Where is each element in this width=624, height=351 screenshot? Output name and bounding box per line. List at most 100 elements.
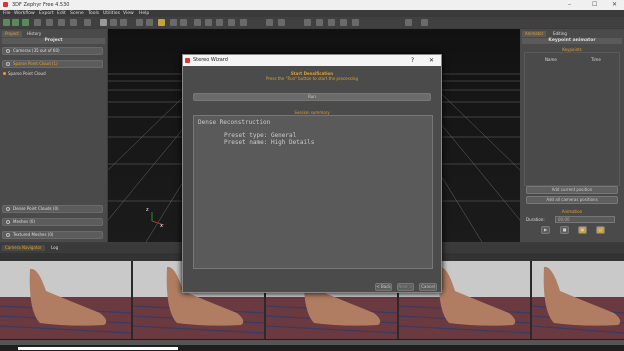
lasso-icon[interactable] bbox=[205, 19, 212, 26]
points-icon[interactable] bbox=[146, 19, 153, 26]
instruction-text: Press the "Run" button to start the proc… bbox=[266, 76, 358, 81]
controller-icon[interactable] bbox=[405, 19, 412, 26]
menu-edit[interactable]: Edit bbox=[57, 11, 66, 16]
view-icon[interactable] bbox=[34, 19, 41, 26]
wireframe-icon[interactable] bbox=[170, 19, 177, 26]
grid-icon[interactable] bbox=[46, 19, 53, 26]
circle-select-icon[interactable] bbox=[316, 19, 323, 26]
layers-icon[interactable] bbox=[58, 19, 65, 26]
maximize-icon[interactable]: ☐ bbox=[592, 1, 597, 8]
menu-view[interactable]: View bbox=[123, 11, 134, 16]
stop-icon: ■ bbox=[562, 227, 567, 232]
col-time: Time bbox=[591, 57, 601, 62]
textured-meshes-item[interactable]: Textured Meshes (0) bbox=[2, 231, 103, 239]
camera-thumbnail[interactable] bbox=[532, 261, 624, 339]
menu-help[interactable]: Help bbox=[139, 11, 149, 16]
tab-editing[interactable]: Editing bbox=[550, 31, 570, 37]
hand-icon[interactable] bbox=[328, 19, 335, 26]
orbit-icon[interactable] bbox=[100, 19, 107, 26]
camera-thumbnail[interactable] bbox=[0, 261, 131, 339]
textured-meshes-label: Textured Meshes (0) bbox=[13, 232, 54, 237]
add-current-position-button[interactable]: Add current position bbox=[526, 186, 618, 194]
run-button[interactable]: Run bbox=[193, 93, 431, 101]
summary-line: Preset type: General bbox=[224, 132, 297, 139]
tab-log[interactable]: Log bbox=[48, 245, 61, 251]
cancel-button[interactable]: Cancel bbox=[419, 283, 437, 291]
select-icon[interactable] bbox=[194, 19, 201, 26]
sphere-icon[interactable] bbox=[70, 19, 77, 26]
project-panel: Project History Project Cameras (35 out … bbox=[0, 29, 107, 242]
menu-scene[interactable]: Scene bbox=[70, 11, 84, 16]
sparse-cloud-item[interactable]: Sparse Point Cloud (1) bbox=[2, 60, 103, 68]
tab-project[interactable]: Project bbox=[2, 31, 22, 37]
status-strip bbox=[18, 347, 178, 350]
filmstrip-scrollbar[interactable] bbox=[0, 340, 624, 345]
dense-item-icon bbox=[6, 207, 10, 211]
pan-icon[interactable] bbox=[110, 19, 117, 26]
session-summary-text: Dense Reconstruction Preset type: Genera… bbox=[193, 115, 433, 269]
duration-label: Duration: bbox=[526, 217, 545, 222]
cameras-label: Cameras (35 out of 60) bbox=[13, 48, 60, 53]
zoom-icon[interactable] bbox=[120, 19, 127, 26]
status-bar bbox=[0, 339, 624, 351]
dialog-close-icon[interactable]: ✕ bbox=[429, 55, 434, 66]
light-icon[interactable] bbox=[136, 19, 143, 26]
sparse-cloud-entry-label: Sparse Point Cloud bbox=[8, 71, 46, 76]
sparse-cloud-label: Sparse Point Cloud (1) bbox=[13, 61, 58, 66]
dialog-help-icon[interactable]: ? bbox=[411, 55, 414, 66]
play-button[interactable]: ▶ bbox=[541, 226, 550, 234]
sparse-cloud-entry[interactable]: Sparse Point Cloud bbox=[3, 71, 46, 76]
menu-utilities[interactable]: Utilities bbox=[103, 11, 120, 16]
save-project-icon[interactable] bbox=[22, 19, 29, 26]
stop-button[interactable]: ■ bbox=[560, 226, 569, 234]
add-all-cameras-button[interactable]: Add all cameras positions bbox=[526, 196, 618, 204]
pen-icon[interactable] bbox=[180, 19, 187, 26]
animator-panel: Animator Editing Keypoint animator Keypo… bbox=[520, 29, 624, 242]
duration-input[interactable]: 00:00 bbox=[555, 216, 615, 223]
export-button[interactable]: ▤ bbox=[596, 226, 605, 234]
open-project-icon[interactable] bbox=[12, 19, 19, 26]
dialog-titlebar: Stereo Wizard ? ✕ bbox=[183, 55, 441, 66]
measure-icon[interactable] bbox=[340, 19, 347, 26]
solid-icon[interactable] bbox=[228, 19, 235, 26]
filter-icon[interactable] bbox=[352, 19, 359, 26]
cameras-item[interactable]: Cameras (35 out of 60) bbox=[2, 47, 103, 55]
fit-icon[interactable] bbox=[240, 19, 247, 26]
tab-camera-navigator[interactable]: Camera Navigator bbox=[2, 245, 45, 251]
undo-icon[interactable] bbox=[266, 19, 273, 26]
menu-workflow[interactable]: Workflow bbox=[14, 11, 35, 16]
record-button[interactable]: ● bbox=[578, 226, 587, 234]
axis-z-label: z bbox=[146, 207, 149, 213]
camera-item-icon bbox=[6, 49, 10, 53]
back-button[interactable]: < Back bbox=[375, 283, 392, 291]
keypoints-table[interactable]: Name Time bbox=[524, 52, 620, 186]
meshes-label: Meshes (0) bbox=[13, 219, 36, 224]
dense-clouds-item[interactable]: Dense Point Clouds (0) bbox=[2, 205, 103, 213]
thumbnail-image bbox=[532, 261, 624, 339]
export-icon: ▤ bbox=[598, 227, 603, 232]
tab-history[interactable]: History bbox=[24, 31, 44, 37]
menu-file[interactable]: File bbox=[3, 11, 11, 16]
triangle-icon[interactable] bbox=[158, 19, 165, 26]
dialog-title: Stereo Wizard bbox=[193, 57, 228, 63]
menu-tools[interactable]: Tools bbox=[88, 11, 99, 16]
axis-x-label: x bbox=[160, 223, 163, 229]
summary-line: Preset name: High Details bbox=[224, 139, 315, 146]
tab-animator[interactable]: Animator bbox=[522, 31, 547, 37]
minimize-icon[interactable]: – bbox=[568, 1, 571, 8]
menu-export[interactable]: Export bbox=[39, 11, 54, 16]
close-icon[interactable]: ✕ bbox=[612, 1, 617, 8]
box-select-icon[interactable] bbox=[304, 19, 311, 26]
help-icon[interactable] bbox=[421, 19, 428, 26]
keypoint-animator-header: Keypoint animator bbox=[522, 38, 622, 44]
new-project-icon[interactable] bbox=[3, 19, 10, 26]
col-name: Name bbox=[545, 57, 557, 62]
camera-icon[interactable] bbox=[84, 19, 91, 26]
meshes-item[interactable]: Meshes (0) bbox=[2, 218, 103, 226]
summary-line: Dense Reconstruction bbox=[198, 119, 271, 126]
thumbnail-image bbox=[0, 261, 131, 339]
next-button[interactable]: Next > bbox=[397, 283, 414, 291]
redo-icon[interactable] bbox=[278, 19, 285, 26]
texture-icon[interactable] bbox=[216, 19, 223, 26]
mesh-item-icon bbox=[6, 220, 10, 224]
